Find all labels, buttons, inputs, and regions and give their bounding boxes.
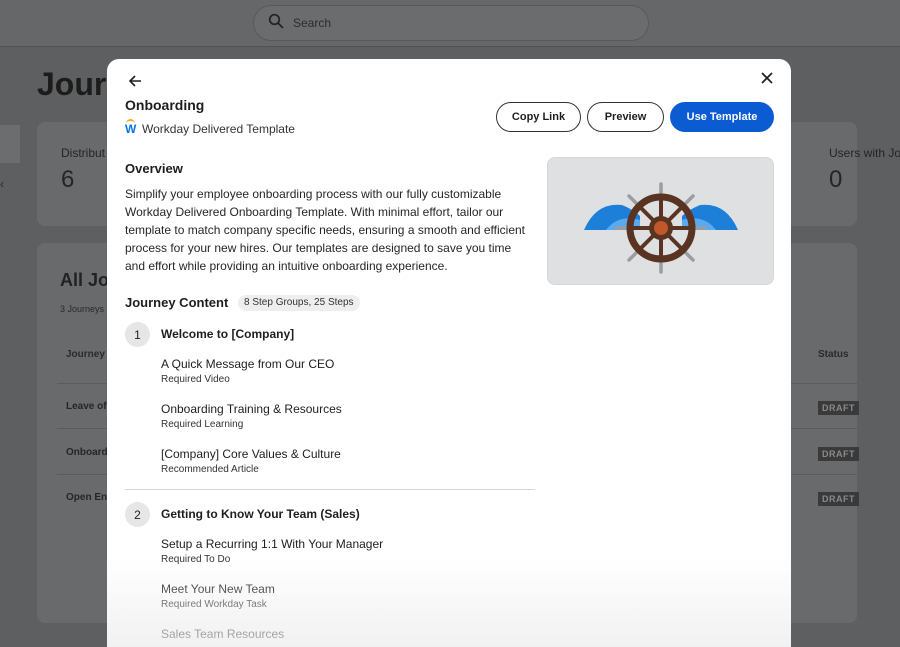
step-title: [Company] Core Values & Culture — [161, 447, 341, 461]
stat-label: Distribut — [61, 146, 106, 160]
stat-label: Users with Jo — [829, 146, 900, 160]
overview-description: Simplify your employee onboarding proces… — [125, 187, 526, 273]
search-icon — [268, 13, 284, 34]
journey-content-heading: Journey Content — [125, 295, 229, 310]
stat-users: Users with Jo 0 — [829, 146, 900, 194]
stat-value: 6 — [61, 166, 75, 193]
workday-logo-icon: W — [125, 119, 137, 136]
step-type: Required To Do — [161, 554, 231, 565]
status-badge: DRAFT — [818, 492, 859, 506]
dialog-title: Onboarding — [125, 97, 205, 113]
overview-heading: Overview — [125, 161, 183, 176]
back-arrow-icon[interactable] — [125, 71, 145, 91]
search-bar[interactable]: Search — [253, 5, 649, 41]
column-header-status[interactable]: Status — [818, 349, 849, 360]
step-type: Required Video — [161, 374, 230, 385]
status-badge: DRAFT — [818, 401, 859, 415]
step-item[interactable]: A Quick Message from Our CEO Required Vi… — [161, 357, 334, 385]
template-illustration — [547, 157, 774, 285]
section-subtitle: 3 Journeys — [60, 304, 105, 314]
template-source-label: Workday Delivered Template — [142, 122, 295, 136]
step-item[interactable]: Onboarding Training & Resources Required… — [161, 402, 342, 430]
journey-content-count-badge: 8 Step Groups, 25 Steps — [238, 295, 360, 311]
table-row[interactable]: Onboard — [66, 447, 108, 458]
stat-value: 0 — [829, 166, 843, 193]
step-type: Required Learning — [161, 419, 244, 430]
step-title: A Quick Message from Our CEO — [161, 357, 335, 371]
group-divider — [125, 489, 535, 490]
stat-distributed: Distribut 6 — [61, 146, 105, 194]
close-icon[interactable] — [757, 68, 777, 88]
step-group-title: Getting to Know Your Team (Sales) — [161, 507, 360, 521]
step-group-number: 1 — [125, 322, 150, 347]
step-item[interactable]: Sales Team Resources — [161, 627, 284, 644]
section-title: All Jo — [60, 270, 110, 290]
search-placeholder[interactable]: Search — [293, 16, 331, 30]
status-badge: DRAFT — [818, 447, 859, 461]
step-title: Setup a Recurring 1:1 With Your Manager — [161, 537, 384, 551]
column-header-journey[interactable]: Journey — [66, 349, 105, 360]
step-title: Meet Your New Team — [161, 582, 275, 596]
use-template-button[interactable]: Use Template — [670, 102, 774, 132]
step-group-number: 2 — [125, 502, 150, 527]
collapse-chevron-icon[interactable]: ‹ — [0, 177, 4, 191]
step-title: Onboarding Training & Resources — [161, 402, 342, 416]
step-title: Sales Team Resources — [161, 627, 285, 641]
step-type: Recommended Article — [161, 464, 259, 475]
step-item[interactable]: [Company] Core Values & Culture Recommen… — [161, 447, 341, 475]
sidebar-selected-item[interactable] — [0, 125, 20, 163]
ship-wheel-illustration — [584, 182, 738, 274]
step-type: Required Workday Task — [161, 599, 267, 610]
step-item[interactable]: Meet Your New Team Required Workday Task — [161, 582, 275, 610]
preview-button[interactable]: Preview — [587, 102, 664, 132]
template-source: W Workday Delivered Template — [125, 119, 295, 136]
template-dialog: Onboarding W Workday Delivered Template … — [107, 59, 791, 647]
step-item[interactable]: Setup a Recurring 1:1 With Your Manager … — [161, 537, 383, 565]
table-row[interactable]: Leave of — [66, 401, 107, 412]
copy-link-button[interactable]: Copy Link — [496, 102, 581, 132]
table-row[interactable]: Open En — [66, 492, 107, 503]
step-group-title: Welcome to [Company] — [161, 327, 295, 341]
